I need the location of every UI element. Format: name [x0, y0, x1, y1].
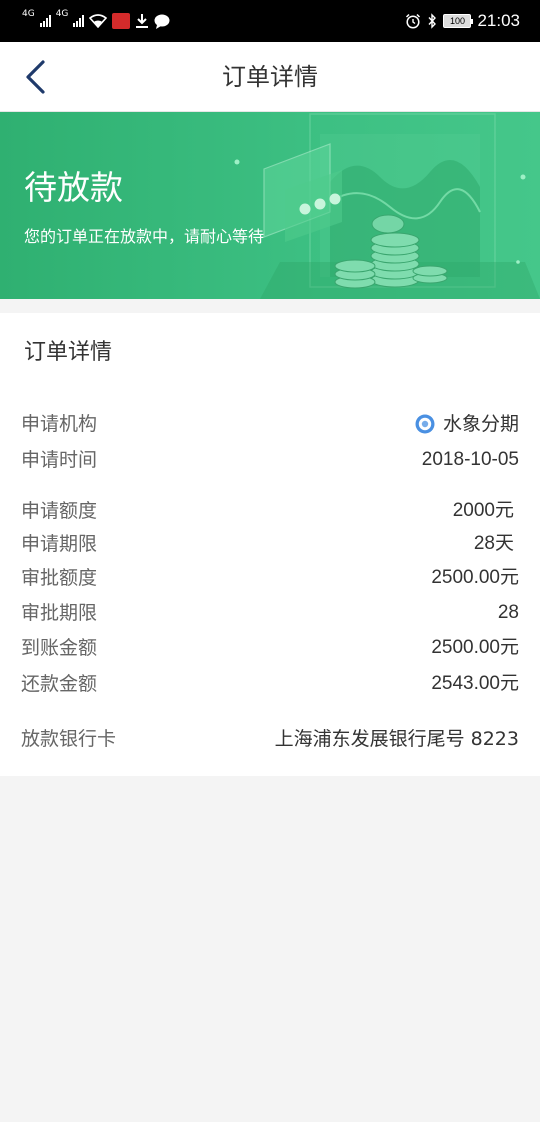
- row-value: 上海浦东发展银行尾号 8223: [274, 728, 519, 750]
- message-icon: [154, 14, 170, 29]
- detail-row-approved-term: 审批期限 28: [0, 598, 540, 628]
- row-value: 2500.00元: [431, 567, 519, 588]
- battery-icon: 100: [443, 14, 474, 28]
- status-icons-right: 100 21:03: [405, 10, 520, 32]
- order-detail-card: 订单详情 申请机构 水象分期 申请时间 2018-10-05 申请额度 2000…: [0, 313, 540, 776]
- row-label: 审批额度: [21, 567, 98, 589]
- status-icons-left: 4G 4G: [22, 10, 170, 32]
- row-value: 水象分期: [415, 409, 519, 439]
- row-label: 审批期限: [21, 602, 98, 624]
- detail-row-institution: 申请机构 水象分期: [0, 409, 540, 439]
- wifi-icon: [89, 14, 108, 28]
- status-banner: 待放款 您的订单正在放款中，请耐心等待: [0, 112, 540, 299]
- row-label: 申请期限: [21, 533, 98, 555]
- order-status-title: 待放款: [24, 168, 123, 207]
- nav-bar: 订单详情: [0, 42, 540, 112]
- network-type-label: 4G: [55, 9, 69, 19]
- detail-row-approved-amount: 审批额度 2500.00元: [0, 563, 540, 593]
- detail-row-apply-date: 申请时间 2018-10-05: [0, 445, 540, 475]
- status-bar: 4G 4G 100 21:03: [0, 0, 540, 42]
- app-notification-icon: [112, 13, 131, 29]
- row-value: 2500.00元: [431, 637, 519, 658]
- page-title: 订单详情: [222, 63, 318, 91]
- row-label: 放款银行卡: [21, 728, 117, 750]
- row-value: 2543.00元: [431, 673, 519, 694]
- detail-row-apply-amount: 申请额度 2000元: [0, 496, 540, 526]
- network-type-label: 4G: [22, 9, 35, 19]
- row-value: 28天: [473, 533, 514, 554]
- download-icon: [136, 14, 149, 28]
- order-status-description: 您的订单正在放款中，请耐心等待: [24, 227, 265, 246]
- row-label: 还款金额: [21, 673, 98, 695]
- detail-row-received-amount: 到账金额 2500.00元: [0, 633, 540, 663]
- alarm-icon: [406, 13, 421, 29]
- row-label: 申请额度: [21, 500, 98, 522]
- signal-icon: [39, 15, 51, 27]
- row-value: 2000元: [452, 500, 514, 521]
- status-time: 21:03: [477, 11, 520, 30]
- section-title: 订单详情: [24, 340, 113, 365]
- bluetooth-icon: [428, 13, 437, 29]
- detail-row-bank-card: 放款银行卡 上海浦东发展银行尾号 8223: [0, 724, 540, 754]
- institution-logo-icon: [415, 414, 435, 434]
- row-value: 28: [497, 602, 519, 623]
- row-label: 申请机构: [21, 413, 98, 435]
- detail-row-apply-term: 申请期限 28天: [0, 529, 540, 559]
- row-label: 申请时间: [21, 449, 98, 471]
- detail-row-repay-amount: 还款金额 2543.00元: [0, 669, 540, 699]
- institution-name: 水象分期: [442, 413, 519, 435]
- signal-icon: [73, 15, 85, 27]
- row-value: 2018-10-05: [421, 449, 519, 470]
- row-label: 到账金额: [21, 637, 98, 659]
